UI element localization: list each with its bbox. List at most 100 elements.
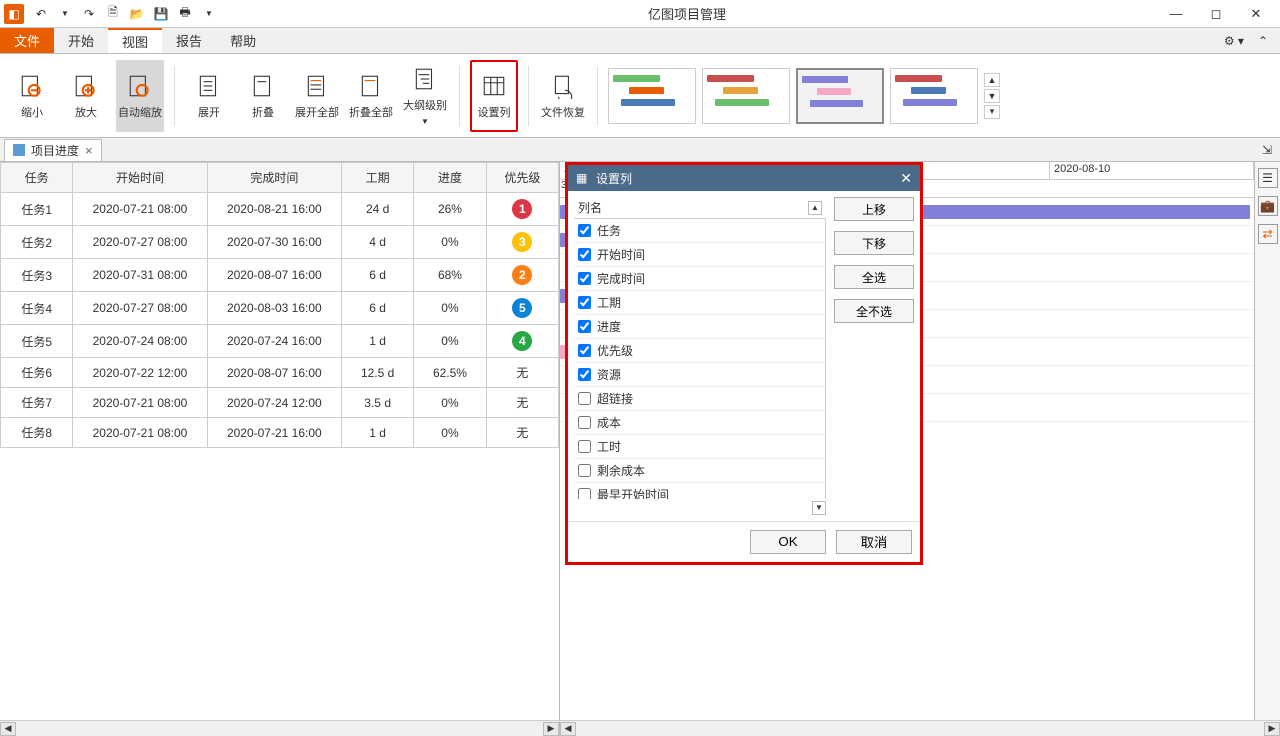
select-none-button[interactable]: 全不选 [834, 299, 914, 323]
col-progress[interactable]: 进度 [414, 163, 486, 193]
column-label: 进度 [597, 318, 621, 335]
print-icon[interactable]: 🖶 [176, 5, 194, 23]
column-checkbox[interactable] [578, 224, 591, 237]
close-tab-icon[interactable]: × [85, 143, 93, 158]
menu-help[interactable]: 帮助 [216, 28, 270, 53]
scroll-left-icon[interactable]: ◀ [0, 722, 16, 736]
collapse-button[interactable]: 折叠 [239, 60, 287, 132]
dialog-close-icon[interactable]: ✕ [900, 170, 912, 187]
table-row[interactable]: 任务62020-07-22 12:002020-08-07 16:0012.5 … [1, 358, 559, 388]
zoom-out-button[interactable]: 缩小 [8, 60, 56, 132]
table-row[interactable]: 任务22020-07-27 08:002020-07-30 16:004 d0%… [1, 226, 559, 259]
column-checkbox[interactable] [578, 296, 591, 309]
menu-file[interactable]: 文件 [0, 28, 54, 53]
move-down-button[interactable]: 下移 [834, 231, 914, 255]
cancel-button[interactable]: 取消 [836, 530, 912, 554]
table-row[interactable]: 任务42020-07-27 08:002020-08-03 16:006 d0%… [1, 292, 559, 325]
panel-btn-3[interactable]: ⇄ [1258, 224, 1278, 244]
column-item[interactable]: 完成时间 [574, 267, 825, 291]
column-item[interactable]: 剩余成本 [574, 459, 825, 483]
scroll-up-icon[interactable]: ▲ [808, 201, 822, 215]
column-item[interactable]: 进度 [574, 315, 825, 339]
select-all-button[interactable]: 全选 [834, 265, 914, 289]
column-list-header: 列名 [578, 199, 602, 216]
column-item[interactable]: 最早开始时间 [574, 483, 825, 499]
panel-btn-2[interactable]: 💼 [1258, 196, 1278, 216]
column-item[interactable]: 工时 [574, 435, 825, 459]
column-checkbox[interactable] [578, 392, 591, 405]
print-dropdown-icon[interactable]: ▼ [200, 5, 218, 23]
scroll-down-icon[interactable]: ▼ [812, 501, 826, 515]
pin-icon[interactable]: ⇲ [1262, 143, 1272, 157]
col-priority[interactable]: 优先级 [486, 163, 558, 193]
undo-icon[interactable]: ↶ [32, 5, 50, 23]
column-checkbox[interactable] [578, 464, 591, 477]
column-checkbox[interactable] [578, 344, 591, 357]
column-label: 成本 [597, 414, 621, 431]
table-row[interactable]: 任务72020-07-21 08:002020-07-24 12:003.5 d… [1, 388, 559, 418]
gantt-style-2[interactable] [702, 68, 790, 124]
maximize-button[interactable]: ◻ [1206, 4, 1226, 24]
menu-report[interactable]: 报告 [162, 28, 216, 53]
style-down-icon[interactable]: ▼ [984, 89, 1000, 103]
minimize-button[interactable]: — [1166, 4, 1186, 24]
column-item[interactable]: 开始时间 [574, 243, 825, 267]
column-checkbox[interactable] [578, 272, 591, 285]
zoom-in-button[interactable]: 放大 [62, 60, 110, 132]
col-task[interactable]: 任务 [1, 163, 73, 193]
collapse-ribbon-icon[interactable]: ⌃ [1258, 34, 1268, 48]
menu-view[interactable]: 视图 [108, 28, 162, 53]
gantt-style-1[interactable] [608, 68, 696, 124]
col-start[interactable]: 开始时间 [73, 163, 207, 193]
column-label: 资源 [597, 366, 621, 383]
file-recover-button[interactable]: 文件恢复 [539, 60, 587, 132]
menu-start[interactable]: 开始 [54, 28, 108, 53]
expand-all-button[interactable]: 展开全部 [293, 60, 341, 132]
column-checkbox[interactable] [578, 320, 591, 333]
auto-zoom-icon [126, 72, 154, 100]
table-row[interactable]: 任务82020-07-21 08:002020-07-21 16:001 d0%… [1, 418, 559, 448]
new-icon[interactable]: 🗎 [104, 5, 122, 23]
column-item[interactable]: 成本 [574, 411, 825, 435]
panel-btn-1[interactable]: ☰ [1258, 168, 1278, 188]
redo-icon[interactable]: ↷ [80, 5, 98, 23]
column-checkbox[interactable] [578, 368, 591, 381]
expand-button[interactable]: 展开 [185, 60, 233, 132]
scroll-left-icon[interactable]: ◀ [560, 722, 576, 736]
scroll-right-icon[interactable]: ▶ [1264, 722, 1280, 736]
app-title: 亿图项目管理 [222, 4, 1152, 23]
collapse-icon [249, 72, 277, 100]
column-item[interactable]: 工期 [574, 291, 825, 315]
column-item[interactable]: 资源 [574, 363, 825, 387]
outline-level-button[interactable]: 大纲级别 ▼ [401, 60, 449, 132]
ok-button[interactable]: OK [750, 530, 826, 554]
style-more-icon[interactable]: ▾ [984, 105, 1000, 119]
set-columns-button[interactable]: 设置列 [470, 60, 518, 132]
col-end[interactable]: 完成时间 [207, 163, 341, 193]
column-checkbox[interactable] [578, 488, 591, 499]
document-tab[interactable]: 项目进度 × [4, 139, 102, 161]
column-item[interactable]: 超链接 [574, 387, 825, 411]
table-row[interactable]: 任务32020-07-31 08:002020-08-07 16:006 d68… [1, 259, 559, 292]
close-button[interactable]: ✕ [1246, 4, 1266, 24]
open-icon[interactable]: 📂 [128, 5, 146, 23]
table-row[interactable]: 任务12020-07-21 08:002020-08-21 16:0024 d2… [1, 193, 559, 226]
table-row[interactable]: 任务52020-07-24 08:002020-07-24 16:001 d0%… [1, 325, 559, 358]
collapse-all-button[interactable]: 折叠全部 [347, 60, 395, 132]
column-checkbox[interactable] [578, 248, 591, 261]
gantt-style-3[interactable] [796, 68, 884, 124]
auto-zoom-button[interactable]: 自动缩放 [116, 60, 164, 132]
scroll-right-icon[interactable]: ▶ [543, 722, 559, 736]
column-item[interactable]: 任务 [574, 219, 825, 243]
column-checkbox[interactable] [578, 440, 591, 453]
undo-dropdown-icon[interactable]: ▼ [56, 5, 74, 23]
expand-icon [195, 72, 223, 100]
gantt-style-4[interactable] [890, 68, 978, 124]
column-item[interactable]: 优先级 [574, 339, 825, 363]
move-up-button[interactable]: 上移 [834, 197, 914, 221]
settings-icon[interactable]: ⚙ ▾ [1224, 34, 1244, 48]
column-checkbox[interactable] [578, 416, 591, 429]
save-icon[interactable]: 💾 [152, 5, 170, 23]
style-up-icon[interactable]: ▲ [984, 73, 1000, 87]
col-duration[interactable]: 工期 [341, 163, 413, 193]
